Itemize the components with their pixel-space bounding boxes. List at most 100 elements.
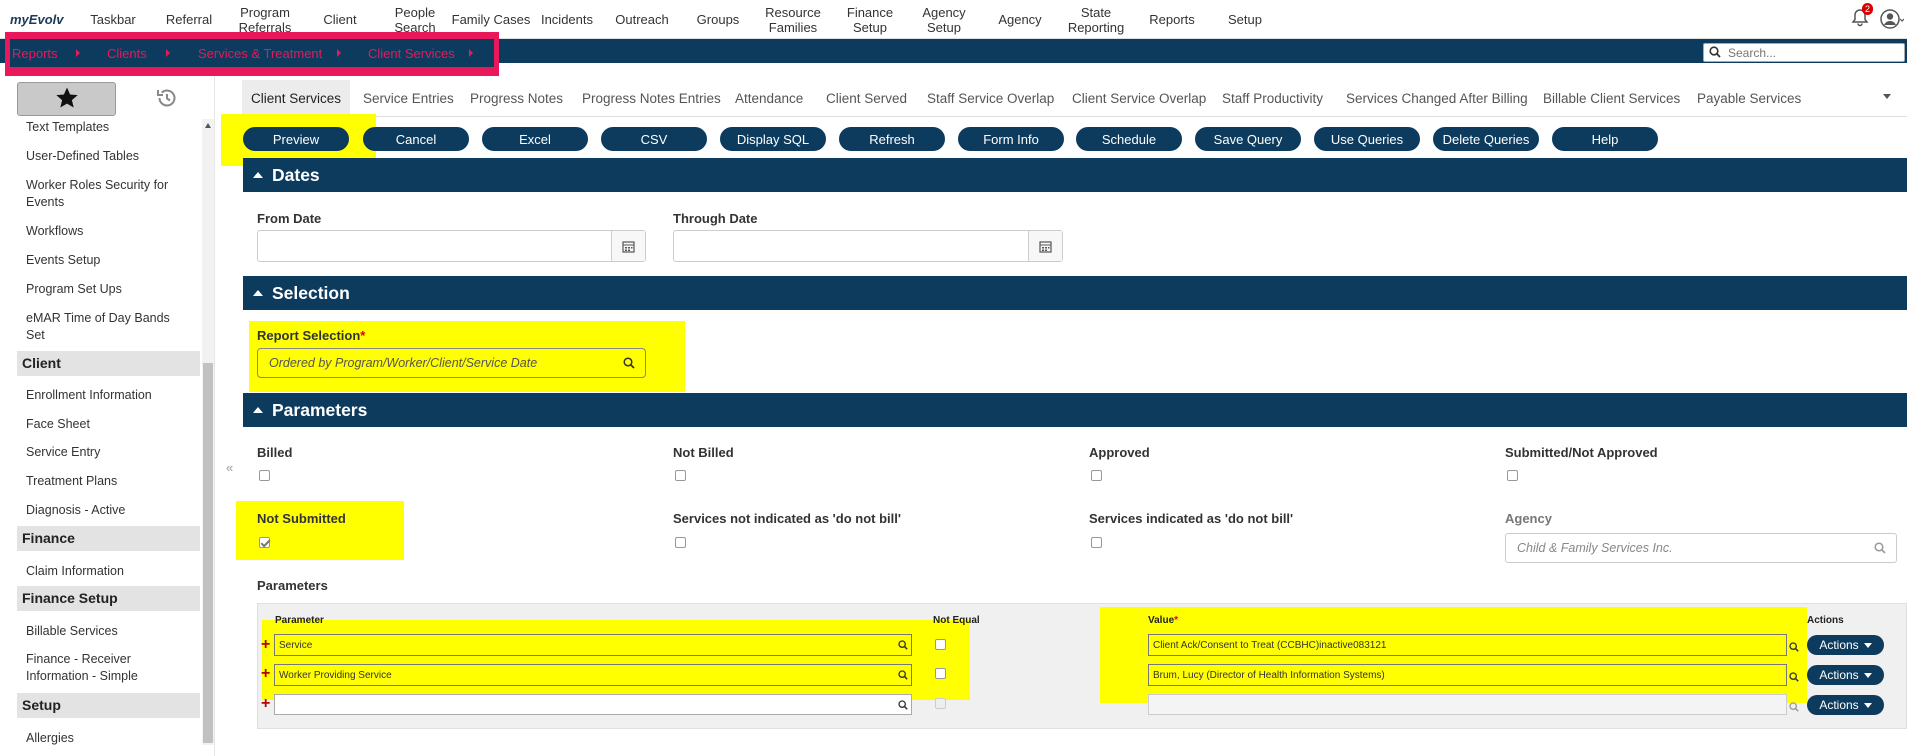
- nav-finance-setup[interactable]: Finance Setup: [840, 0, 900, 39]
- nav-reports[interactable]: Reports: [1144, 0, 1200, 39]
- nav-outreach[interactable]: Outreach: [607, 0, 677, 39]
- submitted-not-approved-checkbox[interactable]: [1507, 470, 1518, 481]
- sidebar-scrollbar-thumb[interactable]: [203, 363, 213, 743]
- tab-progress-notes[interactable]: Progress Notes: [470, 80, 563, 117]
- brand-logo[interactable]: myEvolv: [10, 12, 63, 27]
- schedule-button[interactable]: Schedule: [1076, 127, 1182, 151]
- nav-incidents[interactable]: Incidents: [535, 0, 599, 39]
- nav-agency[interactable]: Agency: [990, 0, 1050, 39]
- parameter-field[interactable]: Service: [274, 634, 912, 656]
- search-icon[interactable]: [1789, 700, 1799, 715]
- display-sql-button[interactable]: Display SQL: [720, 127, 826, 151]
- search-icon[interactable]: [898, 640, 908, 653]
- approved-checkbox[interactable]: [1091, 470, 1102, 481]
- row-actions-button[interactable]: Actions: [1807, 695, 1884, 715]
- from-date-field[interactable]: [257, 230, 646, 262]
- report-selection-field[interactable]: Ordered by Program/Worker/Client/Service…: [257, 348, 646, 378]
- recent-history-tab[interactable]: [150, 84, 184, 114]
- sidebar-item-billable-services[interactable]: Billable Services: [26, 623, 186, 640]
- value-field[interactable]: Client Ack/Consent to Treat (CCBHC)inact…: [1148, 634, 1787, 656]
- nav-agency-setup[interactable]: Agency Setup: [914, 0, 974, 39]
- sidebar-item-enrollment-information[interactable]: Enrollment Information: [26, 387, 186, 404]
- tabs-overflow-chevron-down-icon[interactable]: [1883, 94, 1891, 99]
- not-equal-checkbox[interactable]: [935, 698, 946, 709]
- tab-service-entries[interactable]: Service Entries: [363, 80, 454, 117]
- add-row-plus-icon[interactable]: +: [261, 666, 270, 682]
- tab-services-changed-after-billing[interactable]: Services Changed After Billing: [1346, 80, 1528, 117]
- tab-attendance[interactable]: Attendance: [735, 80, 803, 117]
- tab-client-served[interactable]: Client Served: [826, 80, 907, 117]
- sidebar-item-events-setup[interactable]: Events Setup: [26, 252, 186, 269]
- sidebar-item-program-set-ups[interactable]: Program Set Ups: [26, 281, 186, 298]
- tab-progress-notes-entries[interactable]: Progress Notes Entries: [582, 80, 721, 117]
- sidebar-item-service-entry[interactable]: Service Entry: [26, 444, 186, 461]
- cancel-button[interactable]: Cancel: [363, 127, 469, 151]
- search-icon[interactable]: [1789, 640, 1799, 655]
- favorites-tab[interactable]: [17, 82, 116, 116]
- value-field[interactable]: [1148, 694, 1787, 715]
- sidebar-item-text-templates[interactable]: Text Templates: [26, 119, 186, 136]
- search-icon[interactable]: [898, 700, 908, 713]
- calendar-icon[interactable]: [1028, 231, 1062, 261]
- not-submitted-checkbox[interactable]: [259, 537, 270, 548]
- parameter-field[interactable]: [274, 694, 912, 715]
- not-equal-checkbox[interactable]: [935, 668, 946, 679]
- tab-staff-productivity[interactable]: Staff Productivity: [1222, 80, 1323, 117]
- value-field[interactable]: Brum, Lucy (Director of Health Informati…: [1148, 664, 1787, 686]
- nav-resource-families[interactable]: Resource Families: [758, 0, 828, 39]
- help-button[interactable]: Help: [1552, 127, 1658, 151]
- search-icon[interactable]: [898, 670, 908, 683]
- sidebar-item-claim-information[interactable]: Claim Information: [26, 563, 186, 580]
- sidebar-item-face-sheet[interactable]: Face Sheet: [26, 416, 186, 433]
- breadcrumb-clients[interactable]: Clients: [107, 46, 147, 61]
- sidebar-item-allergies[interactable]: Allergies: [26, 730, 186, 747]
- tab-client-service-overlap[interactable]: Client Service Overlap: [1072, 80, 1206, 117]
- breadcrumb-services-treatment[interactable]: Services & Treatment: [198, 46, 322, 61]
- breadcrumb-reports[interactable]: Reports: [12, 46, 58, 61]
- section-header-parameters[interactable]: Parameters: [243, 393, 1907, 427]
- sidebar-item-workflows[interactable]: Workflows: [26, 223, 186, 240]
- breadcrumb-client-services[interactable]: Client Services: [368, 46, 455, 61]
- refresh-button[interactable]: Refresh: [839, 127, 945, 151]
- tab-client-services[interactable]: Client Services: [242, 80, 351, 117]
- global-search[interactable]: [1703, 43, 1905, 62]
- use-queries-button[interactable]: Use Queries: [1314, 127, 1420, 151]
- nav-state-reporting[interactable]: State Reporting: [1056, 0, 1136, 39]
- not-billed-checkbox[interactable]: [675, 470, 686, 481]
- collapse-sidebar-icon[interactable]: «: [226, 460, 233, 475]
- delete-queries-button[interactable]: Delete Queries: [1433, 127, 1539, 151]
- add-row-plus-icon[interactable]: +: [261, 637, 270, 653]
- notification-bell-icon[interactable]: 2: [1850, 3, 1874, 30]
- sidebar-item-diagnosis-active[interactable]: Diagnosis - Active: [26, 502, 186, 519]
- csv-button[interactable]: CSV: [601, 127, 707, 151]
- save-query-button[interactable]: Save Query: [1195, 127, 1301, 151]
- scroll-up-arrow-icon[interactable]: [205, 123, 211, 128]
- parameter-field[interactable]: Worker Providing Service: [274, 664, 912, 686]
- search-icon[interactable]: [623, 357, 635, 372]
- not-equal-checkbox[interactable]: [935, 639, 946, 650]
- sidebar-item-worker-roles-security[interactable]: Worker Roles Security for Events: [26, 177, 186, 211]
- billed-checkbox[interactable]: [259, 470, 270, 481]
- sidebar-item-finance-receiver-information[interactable]: Finance - Receiver Information - Simple: [26, 651, 186, 685]
- sidebar-item-emar-time-bands[interactable]: eMAR Time of Day Bands Set: [26, 310, 186, 344]
- nav-groups[interactable]: Groups: [688, 0, 748, 39]
- add-row-plus-icon[interactable]: +: [261, 696, 270, 712]
- excel-button[interactable]: Excel: [482, 127, 588, 151]
- tab-staff-service-overlap[interactable]: Staff Service Overlap: [927, 80, 1054, 117]
- nav-setup[interactable]: Setup: [1220, 0, 1270, 39]
- search-input[interactable]: [1728, 45, 1898, 60]
- calendar-icon[interactable]: [611, 231, 645, 261]
- tab-payable-services[interactable]: Payable Services: [1697, 80, 1801, 117]
- section-header-dates[interactable]: Dates: [243, 158, 1907, 192]
- sidebar-item-treatment-plans[interactable]: Treatment Plans: [26, 473, 186, 490]
- search-icon[interactable]: [1789, 670, 1799, 685]
- search-icon[interactable]: [1874, 542, 1886, 557]
- row-actions-button[interactable]: Actions: [1807, 665, 1884, 685]
- tab-billable-client-services[interactable]: Billable Client Services: [1543, 80, 1680, 117]
- user-avatar-icon[interactable]: [1880, 8, 1905, 30]
- through-date-field[interactable]: [673, 230, 1063, 262]
- agency-field[interactable]: Child & Family Services Inc.: [1505, 533, 1897, 563]
- sidebar-item-user-defined-tables[interactable]: User-Defined Tables: [26, 148, 186, 165]
- form-info-button[interactable]: Form Info: [958, 127, 1064, 151]
- services-not-do-not-bill-checkbox[interactable]: [675, 537, 686, 548]
